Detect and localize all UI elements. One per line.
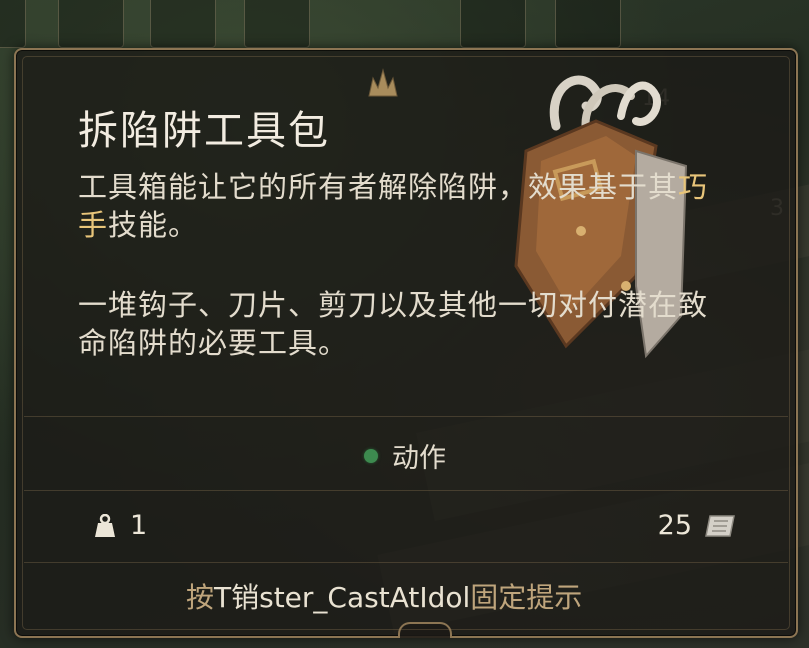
gold-stat: 25: [658, 510, 738, 541]
action-dot-icon: [364, 448, 378, 463]
pin-tooltip-hint: 按 T销ster_CastAtIdol 固定提示: [186, 576, 582, 616]
hint-prefix: 按: [186, 581, 215, 614]
item-description: 工具箱能让它的所有者解除陷阱，效果基于其巧手技能。: [78, 168, 718, 244]
inventory-slot[interactable]: [0, 0, 26, 48]
crest-icon: [368, 68, 398, 97]
item-flavor-text: 一堆钩子、刀片、剪刀以及其他一切对付潜在致命陷阱的必要工具。: [78, 288, 709, 360]
hint-suffix: 固定提示: [470, 581, 583, 614]
divider: [24, 416, 788, 417]
gold-value: 25: [657, 510, 692, 541]
gold-icon: [705, 514, 735, 537]
inventory-slot[interactable]: [460, 0, 526, 48]
tooltip-notch: [398, 622, 452, 638]
item-title: 拆陷阱工具包: [78, 108, 330, 154]
weight-value: 1: [130, 510, 148, 541]
hint-key: T销ster_CastAtIdol: [214, 581, 471, 614]
inventory-slot[interactable]: [150, 0, 216, 48]
weight-icon: [95, 513, 115, 537]
inventory-slot[interactable]: [555, 0, 621, 48]
divider: [24, 490, 788, 491]
description-text-end: 技能。: [108, 208, 199, 242]
inventory-slot[interactable]: [244, 0, 310, 48]
description-text: 工具箱能让它的所有者解除陷阱，效果基于其: [78, 170, 679, 204]
inventory-slot[interactable]: [58, 0, 124, 48]
weight-stat: 1: [94, 510, 147, 541]
action-tag: 动作: [364, 436, 446, 475]
action-label: 动作: [392, 443, 446, 474]
divider: [24, 562, 788, 563]
item-tooltip: 拆陷阱工具包 工具箱能让它的所有者解除陷阱，效果基于其巧手技能。 一堆钩子、刀片…: [14, 48, 798, 638]
